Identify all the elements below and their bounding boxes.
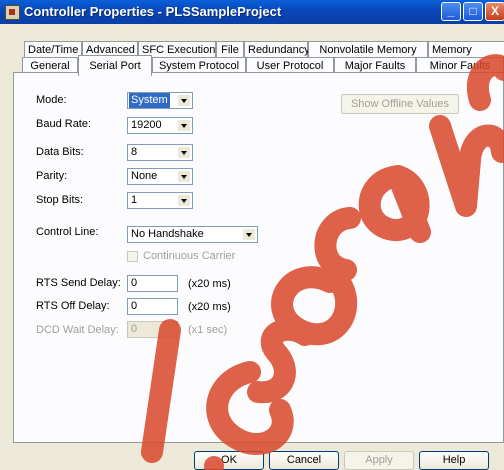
data-bits-select[interactable]: 8 — [127, 144, 193, 161]
tab-redundancy[interactable]: Redundancy — [244, 41, 310, 58]
tab-file[interactable]: File — [216, 41, 244, 58]
data-bits-label: Data Bits: — [36, 146, 84, 158]
stop-bits-label: Stop Bits: — [36, 194, 84, 206]
rts-send-delay-input[interactable]: 0 — [127, 275, 178, 292]
chevron-down-icon[interactable] — [177, 146, 191, 159]
tab-strip: Date/Time Advanced SFC Execution File Re… — [0, 24, 504, 76]
dcd-wait-delay-label: DCD Wait Delay: — [36, 324, 119, 336]
parity-value: None — [131, 170, 158, 182]
chevron-down-icon[interactable] — [177, 94, 191, 107]
window-title: Controller Properties - PLSSampleProject — [24, 4, 282, 19]
tab-memory[interactable]: Memory — [428, 41, 504, 58]
tab-date-time[interactable]: Date/Time — [24, 41, 82, 58]
ok-button[interactable]: OK — [194, 451, 264, 470]
close-button[interactable]: X — [485, 2, 504, 21]
rts-off-delay-label: RTS Off Delay: — [36, 300, 110, 312]
control-line-select[interactable]: No Handshake — [127, 226, 258, 243]
rts-send-delay-unit: (x20 ms) — [188, 278, 231, 290]
show-offline-values-button[interactable]: Show Offline Values — [341, 94, 459, 114]
rts-off-delay-input[interactable]: 0 — [127, 298, 178, 315]
stop-bits-select[interactable]: 1 — [127, 192, 193, 209]
mode-value: System — [129, 93, 170, 108]
continuous-carrier-checkbox[interactable] — [127, 251, 138, 262]
chevron-down-icon[interactable] — [177, 194, 191, 207]
rts-send-delay-label: RTS Send Delay: — [36, 277, 121, 289]
minimize-button[interactable]: _ — [441, 2, 461, 21]
mode-select[interactable]: System — [127, 92, 193, 109]
baud-rate-select[interactable]: 19200 — [127, 117, 193, 134]
app-icon — [5, 5, 20, 20]
dcd-wait-delay-unit: (x1 sec) — [188, 324, 228, 336]
apply-button[interactable]: Apply — [344, 451, 414, 470]
chevron-down-icon[interactable] — [177, 170, 191, 183]
cancel-button[interactable]: Cancel — [269, 451, 339, 470]
mode-label: Mode: — [36, 94, 67, 106]
dcd-wait-delay-input[interactable]: 0 — [127, 321, 178, 338]
rts-off-delay-unit: (x20 ms) — [188, 301, 231, 313]
control-line-label: Control Line: — [36, 226, 99, 238]
title-bar: Controller Properties - PLSSampleProject… — [0, 0, 504, 24]
help-button[interactable]: Help — [419, 451, 489, 470]
data-bits-value: 8 — [131, 146, 138, 158]
chevron-down-icon[interactable] — [242, 228, 256, 241]
tab-nonvolatile-memory[interactable]: Nonvolatile Memory — [308, 41, 428, 58]
maximize-button[interactable]: □ — [463, 2, 483, 21]
control-line-value: No Handshake — [131, 228, 204, 240]
stop-bits-value: 1 — [131, 194, 138, 206]
parity-select[interactable]: None — [127, 168, 193, 185]
continuous-carrier-label: Continuous Carrier — [143, 250, 236, 262]
tab-serial-port[interactable]: Serial Port — [78, 55, 152, 76]
parity-label: Parity: — [36, 170, 68, 182]
chevron-down-icon[interactable] — [177, 119, 191, 132]
baud-rate-value: 19200 — [131, 119, 162, 131]
baud-rate-label: Baud Rate: — [36, 118, 92, 130]
